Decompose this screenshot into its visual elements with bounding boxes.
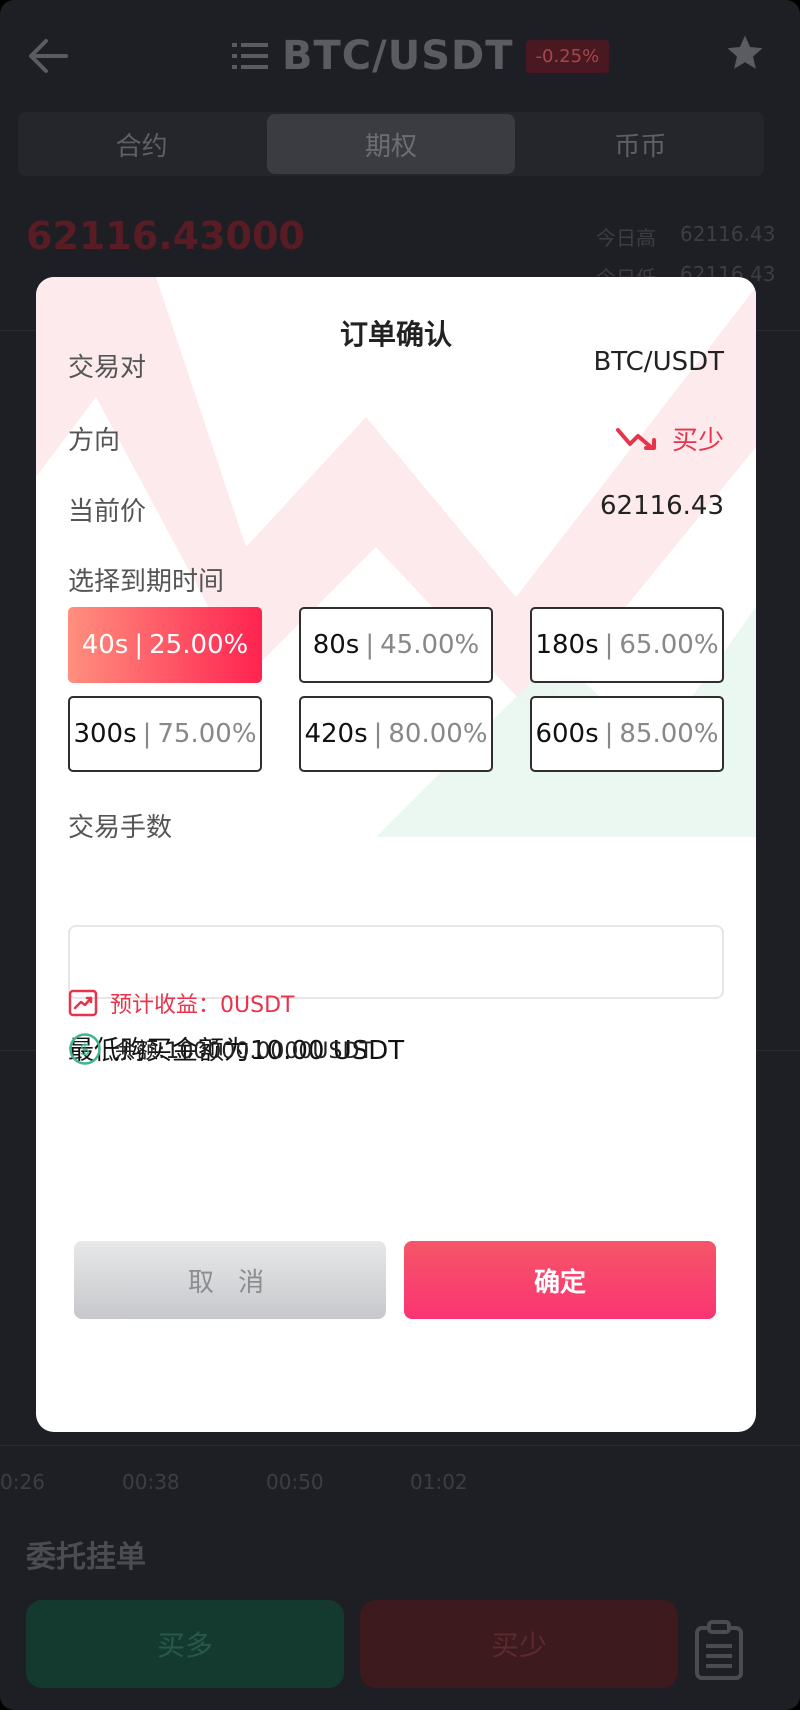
option-rate: 45.00% xyxy=(380,630,480,660)
option-separator: | xyxy=(142,719,152,749)
option-rate: 80.00% xyxy=(388,719,488,749)
direction-label: 方向 xyxy=(68,426,121,456)
quantity-label: 交易手数 xyxy=(68,813,173,843)
change-badge: -0.25% xyxy=(525,39,610,73)
cancel-button[interactable]: 取 消 xyxy=(74,1241,386,1319)
time-tick: 00:50 xyxy=(266,1470,324,1494)
confirm-button[interactable]: 确定 xyxy=(404,1241,716,1319)
option-rate: 65.00% xyxy=(619,630,719,660)
expiry-option-300s[interactable]: 300s | 75.00% xyxy=(68,696,262,772)
expected-profit-text: 预计收益：0USDT xyxy=(110,993,295,1018)
pending-orders-title: 委托挂单 xyxy=(26,1540,146,1575)
expiry-label: 选择到期时间 xyxy=(68,567,225,597)
tab-spot[interactable]: 币币 xyxy=(517,112,764,176)
top-bar: BTC/USDT -0.25% xyxy=(0,0,800,110)
profit-chart-icon xyxy=(68,989,98,1017)
price-label: 当前价 xyxy=(68,497,147,527)
balance-text: 余额:100000.0000USDT xyxy=(114,1039,373,1064)
time-tick: 00:38 xyxy=(122,1470,180,1494)
option-time: 600s xyxy=(535,719,599,749)
mode-tabs: 合约 期权 币币 xyxy=(18,112,764,176)
option-separator: | xyxy=(134,630,144,660)
expiry-option-600s[interactable]: 600s | 85.00% xyxy=(530,696,724,772)
svg-text:$: $ xyxy=(80,1040,91,1060)
title-group[interactable]: BTC/USDT -0.25% xyxy=(232,30,610,82)
balance-row: $ 余额:100000.0000USDT xyxy=(68,1032,373,1066)
back-arrow-icon[interactable] xyxy=(26,36,70,76)
expected-profit-row: 预计收益：0USDT xyxy=(68,987,294,1019)
time-tick: 0:26 xyxy=(0,1470,45,1494)
favorite-star-icon[interactable] xyxy=(724,32,766,74)
app-background: BTC/USDT -0.25% 合约 期权 币币 62116.43000 今日高… xyxy=(0,0,800,1710)
buy-long-button[interactable]: 买多 xyxy=(26,1600,344,1688)
option-time: 80s xyxy=(312,630,360,660)
price-value: 62116.43 xyxy=(599,491,724,521)
pair-title: BTC/USDT xyxy=(282,33,514,79)
high-value: 62116.43 xyxy=(680,222,776,246)
tab-contract[interactable]: 合约 xyxy=(18,112,265,176)
expiry-option-420s[interactable]: 420s | 80.00% xyxy=(299,696,493,772)
high-label: 今日高 xyxy=(596,226,656,250)
option-time: 40s xyxy=(81,630,129,660)
option-time: 420s xyxy=(304,719,368,749)
option-time: 300s xyxy=(73,719,137,749)
option-separator: | xyxy=(373,719,383,749)
market-price: 62116.43000 xyxy=(26,214,305,258)
clipboard-icon[interactable] xyxy=(694,1620,744,1680)
time-tick: 01:02 xyxy=(410,1470,468,1494)
option-rate: 85.00% xyxy=(619,719,719,749)
expiry-option-40s[interactable]: 40s | 25.00% xyxy=(68,607,262,683)
trend-down-icon xyxy=(615,427,656,450)
option-time: 180s xyxy=(535,630,599,660)
dollar-coin-icon: $ xyxy=(69,1033,101,1065)
pair-label: 交易对 xyxy=(68,353,147,383)
chart-divider xyxy=(0,1445,800,1446)
option-rate: 75.00% xyxy=(157,719,257,749)
option-separator: | xyxy=(365,630,375,660)
direction-value: 买少 xyxy=(671,426,724,456)
tab-options[interactable]: 期权 xyxy=(267,114,515,174)
list-icon xyxy=(232,43,268,69)
pair-value: BTC/USDT xyxy=(593,347,724,377)
order-confirm-modal: 订单确认 交易对 BTC/USDT 方向 买少 当前价 62116.43 选择到… xyxy=(36,277,756,1432)
buy-short-button[interactable]: 买少 xyxy=(360,1600,678,1688)
expiry-option-80s[interactable]: 80s | 45.00% xyxy=(299,607,493,683)
option-separator: | xyxy=(604,630,614,660)
option-separator: | xyxy=(604,719,614,749)
direction-value-group: 买少 xyxy=(615,420,724,457)
option-rate: 25.00% xyxy=(149,630,249,660)
expiry-option-180s[interactable]: 180s | 65.00% xyxy=(530,607,724,683)
